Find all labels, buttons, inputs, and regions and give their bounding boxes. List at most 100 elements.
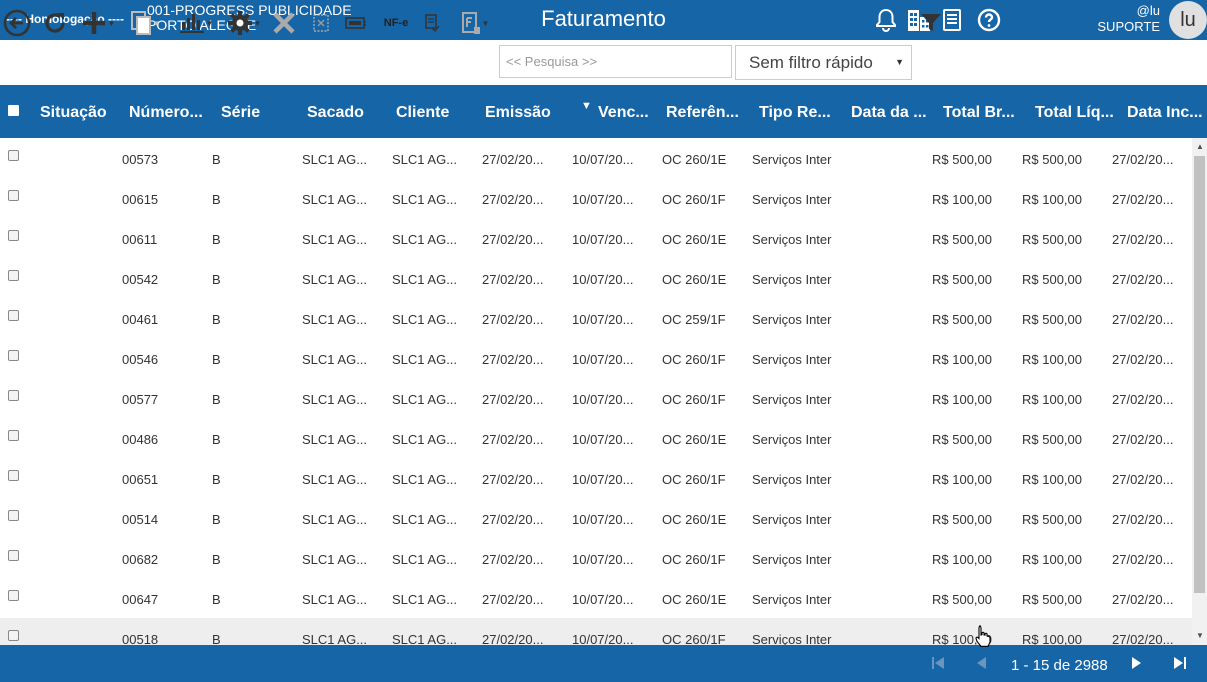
cell-total-liquido: R$ 100,00 [1022,352,1082,367]
cell-total-bruto: R$ 100,00 [932,552,992,567]
row-checkbox[interactable] [8,550,19,561]
column-header-serie[interactable]: Série [221,104,291,122]
back-button[interactable] [2,7,32,39]
row-checkbox[interactable] [8,150,19,161]
copy-button[interactable]: ▼ [127,7,163,39]
chevron-down-icon: ▼ [205,18,214,28]
row-checkbox[interactable] [8,190,19,201]
cell-sacado: SLC1 AG... [302,632,368,645]
table-row[interactable]: 00546 B SLC1 AG... SLC1 AG... 27/02/20..… [0,338,1192,378]
bell-icon[interactable] [872,6,900,34]
row-checkbox[interactable] [8,270,19,281]
row-checkbox[interactable] [8,230,19,241]
settings-button[interactable]: ▼ [223,7,265,39]
table-row[interactable]: 00651 B SLC1 AG... SLC1 AG... 27/02/20..… [0,458,1192,498]
cell-emissao: 27/02/20... [482,312,544,327]
user-info[interactable]: @lu SUPORTE [1097,3,1160,35]
user-role: SUPORTE [1097,19,1160,34]
refresh-button[interactable] [40,7,70,39]
cell-numero: 00542 [122,272,159,287]
row-checkbox[interactable] [8,350,19,361]
cell-referencia: OC 260/1E [662,152,727,167]
pager-bar: 1 - 15 de 2988 [0,645,1207,682]
delete-button[interactable] [270,7,298,39]
export-button[interactable]: ▼ [455,7,495,39]
search-input[interactable] [499,45,732,78]
cell-cliente: SLC1 AG... [392,392,458,407]
scroll-up-icon[interactable]: ▲ [1196,142,1204,151]
column-header-situacao[interactable]: Situação [40,104,120,122]
invoice-icon [345,17,366,29]
row-checkbox[interactable] [8,510,19,521]
cell-numero: 00615 [122,192,159,207]
chart-button[interactable]: ▼ [175,7,217,39]
column-header-data-inclusao[interactable]: Data Inc... [1127,104,1207,122]
row-checkbox[interactable] [8,430,19,441]
column-header-tipo[interactable]: Tipo Re... [759,104,839,122]
cancel-doc-button[interactable] [310,7,332,39]
next-page-icon [1132,657,1141,669]
row-checkbox[interactable] [8,310,19,321]
table-row[interactable]: 00615 B SLC1 AG... SLC1 AG... 27/02/20..… [0,178,1192,218]
table-row[interactable]: 00611 B SLC1 AG... SLC1 AG... 27/02/20..… [0,218,1192,258]
help-icon[interactable] [975,6,1003,34]
quick-filter-select[interactable]: Sem filtro rápido ▼ [735,45,912,80]
column-header-emissao[interactable]: Emissão [485,104,565,122]
cell-referencia: OC 260/1E [662,272,727,287]
row-checkbox[interactable] [8,390,19,401]
cell-cliente: SLC1 AG... [392,592,458,607]
scrollbar-thumb[interactable] [1194,156,1205,593]
cell-sacado: SLC1 AG... [302,152,368,167]
table-row[interactable]: 00573 B SLC1 AG... SLC1 AG... 27/02/20..… [0,138,1192,178]
first-page-button[interactable] [931,656,945,670]
cell-total-liquido: R$ 100,00 [1022,632,1082,645]
first-page-icon [932,657,944,669]
next-page-button[interactable] [1131,656,1143,670]
column-header-referencia[interactable]: Referên... [666,104,746,122]
column-header-total-liquido[interactable]: Total Líq... [1035,104,1115,122]
table-row[interactable]: 00682 B SLC1 AG... SLC1 AG... 27/02/20..… [0,538,1192,578]
nfe-button[interactable]: NF-e [380,7,412,39]
quick-filter-value: Sem filtro rápido [749,52,873,72]
cell-numero: 00546 [122,352,159,367]
prev-page-button[interactable] [975,656,987,670]
table-row[interactable]: 00518 B SLC1 AG... SLC1 AG... 27/02/20..… [0,618,1192,645]
table-row[interactable]: 00486 B SLC1 AG... SLC1 AG... 27/02/20..… [0,418,1192,458]
cell-data-inclusao: 27/02/20... [1112,632,1174,645]
cell-serie: B [212,552,221,567]
print-doc-button[interactable] [422,7,442,39]
table-row[interactable]: 00514 B SLC1 AG... SLC1 AG... 27/02/20..… [0,498,1192,538]
row-checkbox[interactable] [8,590,19,601]
vertical-scrollbar[interactable]: ▲ ▼ [1192,138,1207,645]
cell-total-bruto: R$ 500,00 [932,592,992,607]
cell-tipo: Serviços Inter [752,592,832,607]
row-checkbox[interactable] [8,470,19,481]
table-row[interactable]: 00542 B SLC1 AG... SLC1 AG... 27/02/20..… [0,258,1192,298]
row-checkbox[interactable] [8,630,19,641]
column-header-numero[interactable]: Número... [129,104,209,122]
cell-vencimento: 10/07/20... [572,512,634,527]
last-page-button[interactable] [1173,656,1187,670]
scroll-down-icon[interactable]: ▼ [1196,631,1204,640]
column-header-data[interactable]: Data da ... [851,104,931,122]
cell-tipo: Serviços Inter [752,552,832,567]
table-row[interactable]: 00461 B SLC1 AG... SLC1 AG... 27/02/20..… [0,298,1192,338]
column-header-cliente[interactable]: Cliente [396,104,476,122]
column-header-sacado[interactable]: Sacado [307,104,387,122]
add-button[interactable]: ▼ [77,7,119,39]
invoice-button[interactable] [344,7,368,39]
table-row[interactable]: 00577 B SLC1 AG... SLC1 AG... 27/02/20..… [0,378,1192,418]
cell-serie: B [212,152,221,167]
column-header-vencimento[interactable]: Venc... [598,104,658,122]
cell-emissao: 27/02/20... [482,632,544,645]
select-all-checkbox[interactable] [8,105,19,116]
filter-button[interactable] [918,7,944,39]
cell-cliente: SLC1 AG... [392,512,458,527]
cell-vencimento: 10/07/20... [572,432,634,447]
cell-referencia: OC 260/1F [662,392,726,407]
column-header-total-bruto[interactable]: Total Br... [943,104,1023,122]
avatar[interactable]: lu [1169,1,1207,39]
cell-vencimento: 10/07/20... [572,392,634,407]
table-row[interactable]: 00647 B SLC1 AG... SLC1 AG... 27/02/20..… [0,578,1192,618]
cell-data-inclusao: 27/02/20... [1112,352,1174,367]
